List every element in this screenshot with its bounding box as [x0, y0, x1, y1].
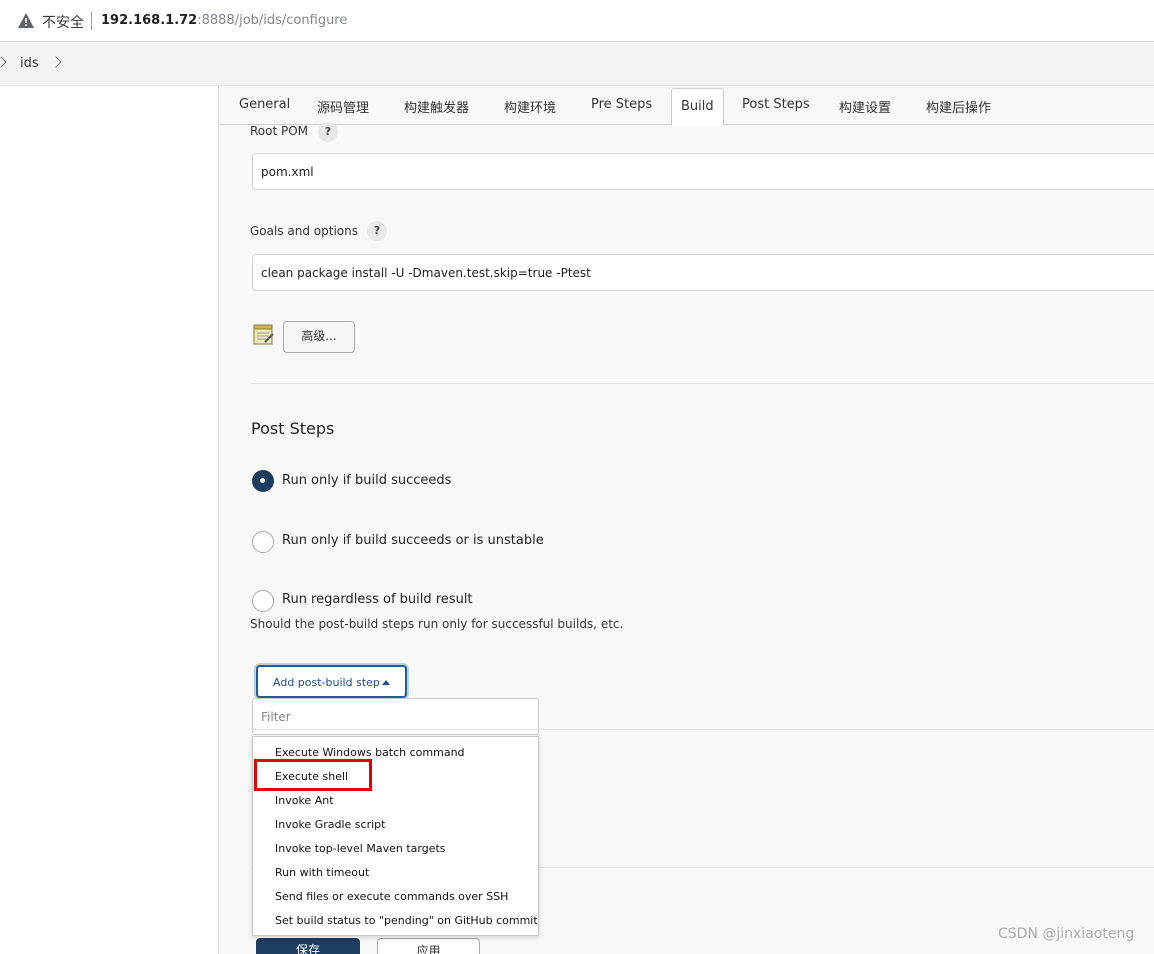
divider [251, 729, 1154, 730]
chevron-right-icon[interactable] [50, 56, 62, 68]
tab-build-triggers[interactable]: 构建触发器 [404, 97, 469, 116]
notepad-icon [253, 324, 274, 345]
url-host: 192.168.1.72 [101, 13, 198, 28]
root-pom-input[interactable] [252, 153, 1154, 190]
chevron-right-icon [0, 56, 7, 68]
goals-input[interactable] [252, 254, 1154, 291]
insecure-label[interactable]: 不安全 [42, 12, 84, 32]
address-separator [91, 12, 92, 30]
tab-source-control[interactable]: 源码管理 [317, 97, 369, 116]
divider [251, 383, 1154, 384]
main-content: General 源码管理 构建触发器 构建环境 Pre Steps Build … [220, 86, 1154, 954]
radio-label[interactable]: Run only if build succeeds or is unstabl… [282, 533, 544, 548]
menu-item-invoke-maven[interactable]: Invoke top-level Maven targets [275, 842, 446, 855]
help-icon[interactable]: ? [318, 122, 338, 142]
radio-label[interactable]: Run regardless of build result [282, 592, 473, 607]
add-post-build-step-button[interactable]: Add post-build step [256, 665, 407, 698]
save-button[interactable]: 保存 [256, 938, 360, 954]
config-tabs: General 源码管理 构建触发器 构建环境 Pre Steps Build … [220, 86, 1154, 126]
tab-general[interactable]: General [239, 97, 290, 112]
tab-build[interactable]: Build [671, 88, 724, 126]
post-steps-hint: Should the post-build steps run only for… [250, 617, 624, 631]
radio-run-only-if-succeeds[interactable] [252, 470, 274, 492]
menu-item-invoke-gradle[interactable]: Invoke Gradle script [275, 818, 385, 831]
help-icon[interactable]: ? [367, 221, 387, 241]
tab-post-steps[interactable]: Post Steps [742, 97, 810, 112]
tab-pre-steps[interactable]: Pre Steps [591, 97, 652, 112]
tab-build-settings[interactable]: 构建设置 [839, 97, 891, 116]
post-steps-title: Post Steps [251, 419, 335, 438]
apply-button[interactable]: 应用 [377, 938, 480, 954]
radio-run-regardless[interactable] [252, 590, 274, 612]
tab-post-build-actions[interactable]: 构建后操作 [926, 97, 991, 116]
watermark: CSDN @jinxiaoteng [998, 926, 1135, 942]
menu-item-execute-windows-batch[interactable]: Execute Windows batch command [275, 746, 465, 759]
url-text[interactable]: 192.168.1.72:8888/job/ids/configure [101, 13, 347, 28]
radio-label[interactable]: Run only if build succeeds [282, 473, 451, 488]
url-path: :8888/job/ids/configure [197, 13, 348, 28]
root-pom-label: Root POM [250, 124, 309, 138]
highlight-box [254, 759, 372, 791]
radio-run-if-succeeds-or-unstable[interactable] [252, 531, 274, 553]
advanced-button[interactable]: 高级... [283, 321, 355, 353]
menu-item-send-files-ssh[interactable]: Send files or execute commands over SSH [275, 890, 508, 903]
add-post-build-step-label: Add post-build step [273, 676, 380, 689]
menu-item-github-pending-status[interactable]: Set build status to "pending" on GitHub … [275, 914, 538, 927]
menu-item-run-with-timeout[interactable]: Run with timeout [275, 866, 369, 879]
goals-label: Goals and options [250, 224, 358, 238]
browser-address-bar: 不安全 192.168.1.72:8888/job/ids/configure [0, 0, 1154, 42]
breadcrumb: ids [0, 43, 1154, 86]
sidebar [0, 86, 219, 954]
tab-build-environment[interactable]: 构建环境 [504, 97, 556, 116]
caret-up-icon [382, 680, 390, 685]
menu-item-invoke-ant[interactable]: Invoke Ant [275, 794, 334, 807]
warning-icon[interactable] [18, 13, 34, 28]
breadcrumb-item-ids[interactable]: ids [20, 56, 39, 71]
